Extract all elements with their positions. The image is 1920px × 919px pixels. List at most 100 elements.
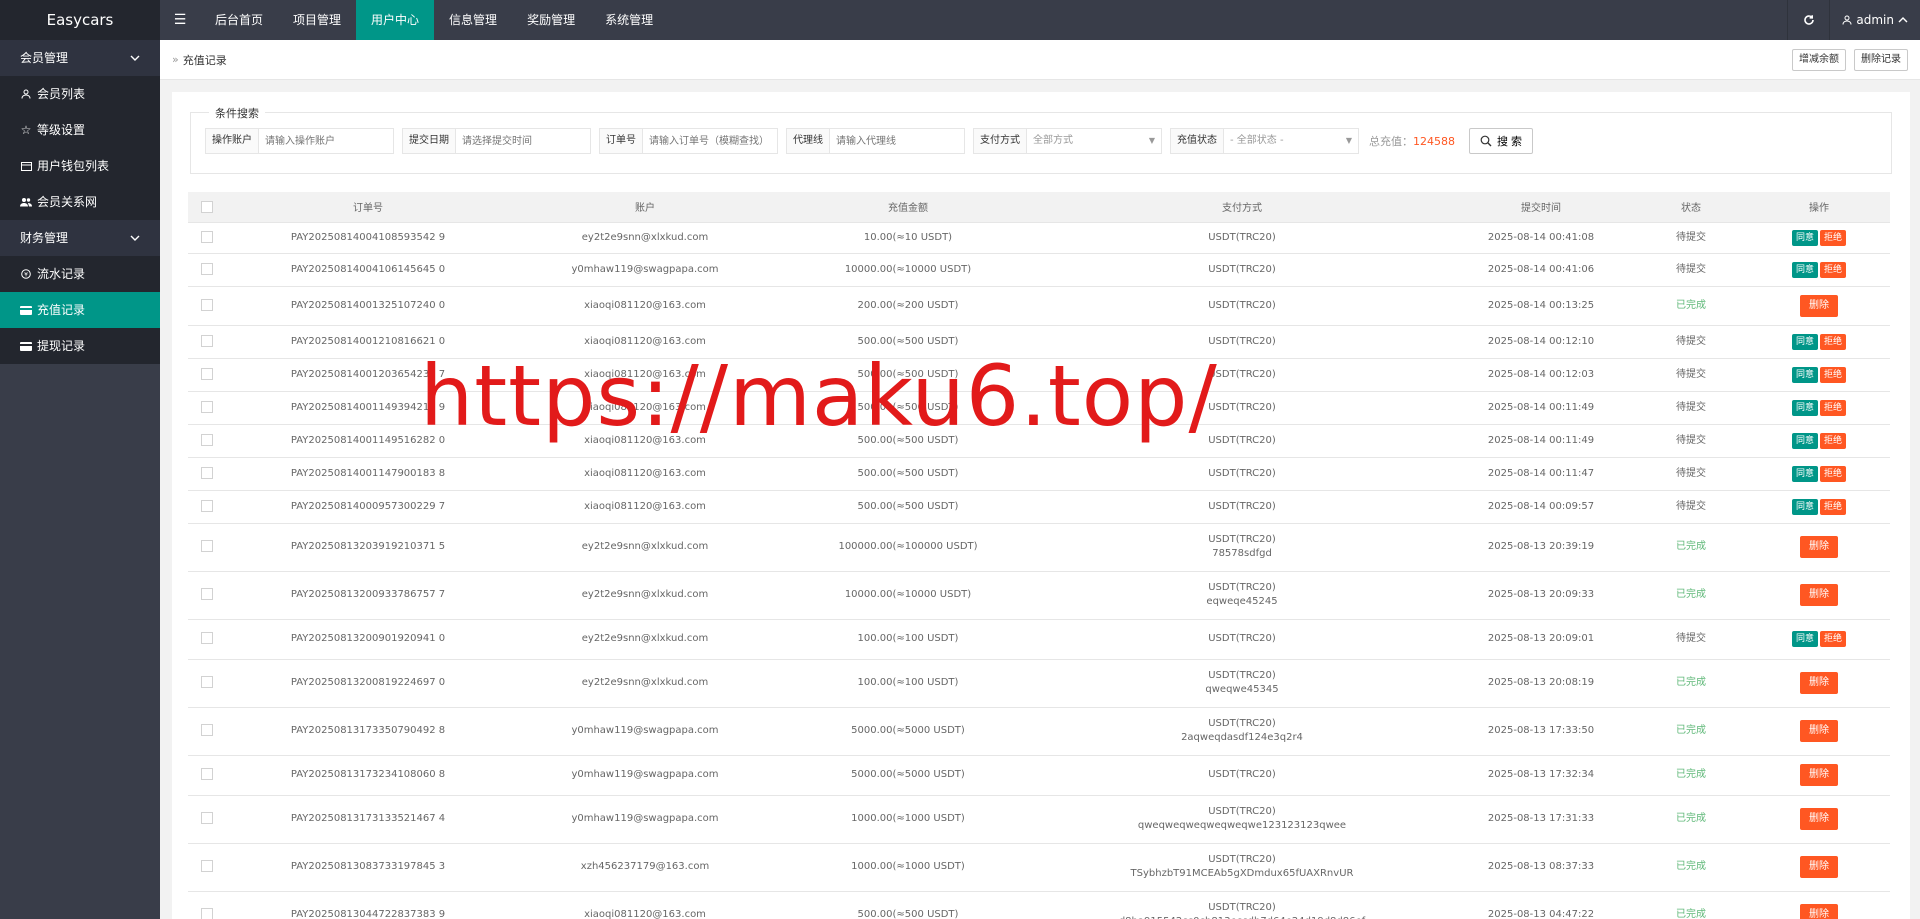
- caret-down-icon: ▼: [1148, 136, 1155, 145]
- sidebar-item-transactions[interactable]: ¥ 流水记录: [0, 256, 160, 292]
- row-checkbox[interactable]: [201, 262, 213, 275]
- status-badge: 已完成: [1634, 795, 1748, 844]
- pay-method: USDT(TRC20): [1208, 854, 1276, 865]
- approve-button[interactable]: 同意: [1791, 432, 1818, 449]
- order-id: PAY20250814001147900183 8: [226, 457, 510, 491]
- table-row: PAY20250814004108593542 9 ey2t2e9snn@xlxk…: [188, 222, 1890, 254]
- delete-button[interactable]: 删除: [1800, 672, 1838, 694]
- delete-button[interactable]: 删除: [1800, 904, 1838, 919]
- approve-button[interactable]: 同意: [1791, 366, 1818, 383]
- chevron-down-icon: [130, 55, 140, 61]
- refresh-icon[interactable]: [1787, 0, 1829, 40]
- row-checkbox[interactable]: [201, 230, 213, 243]
- delete-button[interactable]: 删除: [1800, 536, 1838, 558]
- sidebar-item-member-network[interactable]: 会员关系网: [0, 184, 160, 220]
- row-checkbox[interactable]: [201, 298, 213, 311]
- pay-method-cell: USDT(TRC20) eqweqe45245: [1036, 571, 1448, 620]
- reject-button[interactable]: 拒绝: [1820, 261, 1847, 278]
- status-select[interactable]: - 全部状态 - ▼: [1224, 129, 1358, 153]
- reject-button[interactable]: 拒绝: [1820, 465, 1847, 482]
- approve-button[interactable]: 同意: [1791, 229, 1818, 246]
- delete-button[interactable]: 删除: [1800, 720, 1838, 742]
- delete-button[interactable]: 删除: [1800, 764, 1838, 786]
- delete-records-button[interactable]: 删除记录: [1854, 48, 1908, 71]
- approve-button[interactable]: 同意: [1791, 631, 1818, 647]
- select-all-checkbox[interactable]: [201, 200, 213, 213]
- chevron-up-icon: [1898, 17, 1908, 23]
- sidebar-item-withdraw-records[interactable]: 提现记录: [0, 328, 160, 364]
- approve-button[interactable]: 同意: [1791, 261, 1818, 278]
- order-id: PAY20250813173133521467 4: [226, 795, 510, 844]
- row-checkbox[interactable]: [201, 499, 213, 512]
- reject-button[interactable]: 拒绝: [1820, 432, 1847, 449]
- row-checkbox[interactable]: [201, 632, 213, 644]
- status-badge: 已完成: [1634, 286, 1748, 326]
- sidebar-item-level-settings[interactable]: ☆ 等级设置: [0, 112, 160, 148]
- pay-method-cell: USDT(TRC20): [1036, 619, 1448, 660]
- approve-button[interactable]: 同意: [1791, 333, 1818, 350]
- reject-button[interactable]: 拒绝: [1820, 498, 1847, 515]
- approve-button[interactable]: 同意: [1791, 498, 1818, 515]
- topnav-item-user-center[interactable]: 用户中心: [356, 0, 435, 40]
- row-actions: 同意 拒绝: [1748, 490, 1890, 524]
- row-checkbox[interactable]: [201, 724, 213, 736]
- reject-button[interactable]: 拒绝: [1820, 399, 1847, 416]
- order-input[interactable]: [643, 129, 777, 153]
- delete-button[interactable]: 删除: [1800, 294, 1838, 317]
- status-badge: 待提交: [1634, 619, 1748, 660]
- pay-method-select[interactable]: 全部方式 ▼: [1027, 129, 1161, 153]
- reject-button[interactable]: 拒绝: [1820, 229, 1847, 246]
- adjust-balance-button[interactable]: 增减余额: [1792, 48, 1846, 71]
- agent-input[interactable]: [830, 129, 964, 153]
- row-checkbox[interactable]: [201, 588, 213, 600]
- reject-button[interactable]: 拒绝: [1820, 366, 1847, 383]
- row-checkbox[interactable]: [201, 860, 213, 872]
- row-checkbox[interactable]: [201, 676, 213, 688]
- account: ey2t2e9snn@xlxkud.com: [510, 619, 780, 660]
- sidebar-item-recharge-records[interactable]: 充值记录: [0, 292, 160, 328]
- row-checkbox[interactable]: [201, 367, 213, 380]
- table-row: PAY20250814001325107240 0 xiaoqi081120@16…: [188, 286, 1890, 326]
- row-checkbox[interactable]: [201, 908, 213, 919]
- approve-button[interactable]: 同意: [1791, 465, 1818, 482]
- pay-method-cell: USDT(TRC20) qweqweqweqweqweqwe123123123qw…: [1036, 795, 1448, 844]
- row-checkbox[interactable]: [201, 812, 213, 824]
- topnav-item-rewards[interactable]: 奖励管理: [512, 0, 590, 40]
- account-input[interactable]: [259, 129, 393, 153]
- row-checkbox[interactable]: [201, 540, 213, 552]
- pay-method: USDT(TRC20): [1208, 534, 1276, 545]
- delete-button[interactable]: 删除: [1800, 856, 1838, 878]
- account: y0mhaw119@swagpapa.com: [510, 253, 780, 287]
- search-button[interactable]: 搜 索: [1469, 128, 1534, 154]
- user-menu[interactable]: admin: [1829, 0, 1920, 40]
- topnav-item-system[interactable]: 系统管理: [590, 0, 668, 40]
- users-icon: [20, 196, 32, 208]
- content-panel: 条件搜索 操作账户 提交日期 订单号 代理线: [172, 92, 1910, 919]
- sidebar-item-wallet-list[interactable]: 用户钱包列表: [0, 148, 160, 184]
- sidebar-group-members[interactable]: 会员管理: [0, 40, 160, 76]
- date-input[interactable]: [456, 129, 590, 153]
- reject-button[interactable]: 拒绝: [1820, 333, 1847, 350]
- amount: 5000.00(≈5000 USDT): [780, 755, 1036, 796]
- topnav-item-home[interactable]: 后台首页: [200, 0, 278, 40]
- menu-toggle-icon[interactable]: ☰: [160, 0, 200, 40]
- date-filter-label: 提交日期: [403, 129, 456, 153]
- row-checkbox[interactable]: [201, 433, 213, 446]
- row-checkbox[interactable]: [201, 768, 213, 780]
- topnav-item-info[interactable]: 信息管理: [434, 0, 512, 40]
- row-checkbox[interactable]: [201, 466, 213, 479]
- approve-button[interactable]: 同意: [1791, 399, 1818, 416]
- sidebar-group-finance[interactable]: 财务管理: [0, 220, 160, 256]
- account: ey2t2e9snn@xlxkud.com: [510, 571, 780, 620]
- reject-button[interactable]: 拒绝: [1820, 631, 1847, 647]
- card-icon: [20, 340, 32, 352]
- sidebar-item-member-list[interactable]: 会员列表: [0, 76, 160, 112]
- pay-method: USDT(TRC20): [1208, 231, 1276, 243]
- pay-method-value: 全部方式: [1033, 135, 1073, 146]
- row-checkbox[interactable]: [201, 334, 213, 347]
- delete-button[interactable]: 删除: [1800, 808, 1838, 830]
- breadcrumb-arrow: »: [172, 53, 179, 66]
- delete-button[interactable]: 删除: [1800, 584, 1838, 606]
- topnav-item-projects[interactable]: 项目管理: [278, 0, 356, 40]
- row-checkbox[interactable]: [201, 400, 213, 413]
